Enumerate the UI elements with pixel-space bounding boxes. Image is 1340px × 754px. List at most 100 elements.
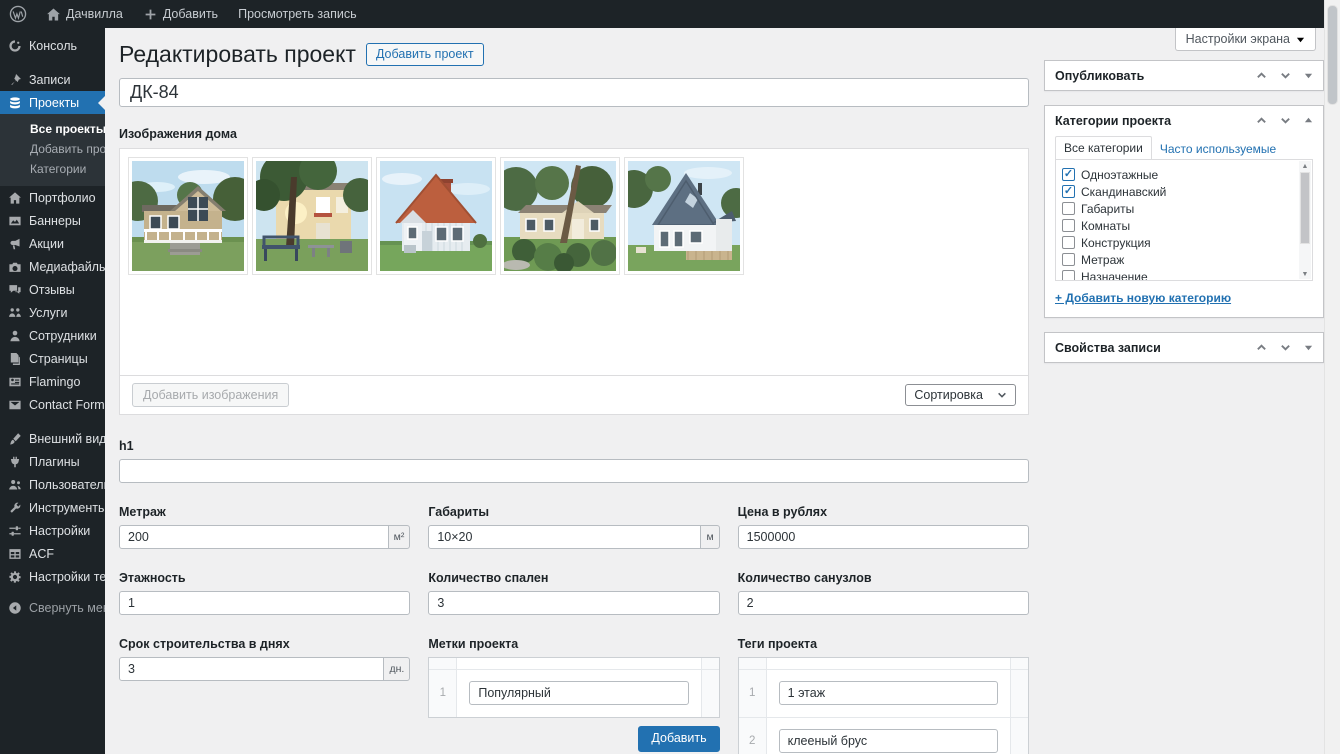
- area-input[interactable]: [119, 524, 389, 549]
- tag-input[interactable]: [778, 681, 998, 706]
- categories-scrollbar[interactable]: ▲ ▼: [1299, 161, 1311, 279]
- toggle-panel-icon[interactable]: [1304, 113, 1313, 128]
- mark-input[interactable]: [469, 681, 689, 706]
- post-attributes-panel-header[interactable]: Свойства записи: [1045, 333, 1323, 362]
- h1-input[interactable]: [119, 458, 1029, 483]
- sidebar-item-theme-settings[interactable]: Настройки темы: [0, 565, 105, 588]
- sidebar-item-posts[interactable]: Записи: [0, 68, 105, 91]
- house-photo-1[interactable]: [128, 156, 248, 275]
- sidebar-item-plugins[interactable]: Плагины: [0, 450, 105, 473]
- add-images-button[interactable]: Добавить изображения: [132, 382, 290, 407]
- sidebar-item-pages[interactable]: Страницы: [0, 347, 105, 370]
- screen-options-button[interactable]: Настройки экрана: [1174, 28, 1316, 51]
- row-action-cell[interactable]: [700, 669, 719, 717]
- house-photo-5[interactable]: [624, 156, 744, 275]
- sidebar-item-projects[interactable]: Проекты: [0, 91, 105, 114]
- checkbox[interactable]: [1062, 219, 1075, 232]
- sidebar-item-tools[interactable]: Инструменты: [0, 496, 105, 519]
- submenu-categories[interactable]: Категории: [0, 159, 105, 179]
- sidebar-item-staff[interactable]: Сотрудники: [0, 324, 105, 347]
- add-project-button[interactable]: Добавить проект: [365, 42, 484, 67]
- bedrooms-input[interactable]: [428, 590, 720, 615]
- submenu-all-projects[interactable]: Все проекты: [0, 119, 105, 139]
- checkbox[interactable]: [1062, 202, 1075, 215]
- move-up-icon[interactable]: [1256, 342, 1267, 353]
- sidebar-item-flamingo[interactable]: Flamingo: [0, 370, 105, 393]
- sidebar-item-contact-form-7[interactable]: Contact Form 7: [0, 393, 105, 416]
- publish-panel-header[interactable]: Опубликовать: [1045, 61, 1323, 90]
- categories-panel-header[interactable]: Категории проекта: [1045, 106, 1323, 135]
- move-up-icon[interactable]: [1256, 115, 1267, 126]
- h1-field-label: h1: [119, 438, 134, 453]
- sidebar-item-portfolio[interactable]: Портфолио: [0, 186, 105, 209]
- row-number[interactable]: 1: [738, 669, 767, 717]
- dimensions-input[interactable]: [428, 524, 702, 549]
- add-row-button[interactable]: Добавить: [638, 725, 720, 752]
- sidebar-item-services[interactable]: Услуги: [0, 301, 105, 324]
- sidebar-item-promotions[interactable]: Акции: [0, 232, 105, 255]
- sidebar-item-appearance[interactable]: Внешний вид: [0, 427, 105, 450]
- sidebar-item-dashboard[interactable]: Консоль: [0, 34, 105, 57]
- admin-bar-new-button[interactable]: Добавить: [133, 0, 228, 28]
- checkbox[interactable]: [1062, 270, 1075, 280]
- floors-input[interactable]: [119, 590, 411, 615]
- pushpin-icon: [8, 73, 22, 87]
- checkbox[interactable]: [1062, 168, 1075, 181]
- category-option[interactable]: Комнаты: [1062, 217, 1294, 234]
- row-action-cell[interactable]: [1010, 717, 1028, 754]
- build-days-input[interactable]: [119, 656, 385, 681]
- move-down-icon[interactable]: [1280, 70, 1291, 81]
- category-label: Скандинавский: [1081, 184, 1167, 199]
- bathrooms-input[interactable]: [737, 590, 1029, 615]
- add-category-link[interactable]: + Добавить новую категорию: [1055, 291, 1231, 305]
- dimensions-suffix: м: [700, 524, 720, 549]
- scroll-up-arrow[interactable]: ▲: [1299, 161, 1311, 171]
- checkbox[interactable]: [1062, 185, 1075, 198]
- checkbox[interactable]: [1062, 236, 1075, 249]
- row-number[interactable]: 1: [429, 669, 458, 717]
- admin-bar-site-name[interactable]: Дачвилла: [36, 0, 133, 28]
- category-option[interactable]: Конструкция: [1062, 234, 1294, 251]
- sidebar-item-banners[interactable]: Баннеры: [0, 209, 105, 232]
- toggle-panel-icon[interactable]: [1304, 340, 1313, 355]
- price-input[interactable]: [737, 524, 1029, 549]
- category-label: Комнаты: [1081, 218, 1131, 233]
- house-photo-4[interactable]: [500, 156, 620, 275]
- tag-input[interactable]: [778, 729, 998, 754]
- page-scrollbar[interactable]: [1324, 0, 1340, 754]
- sidebar-item-users[interactable]: Пользователи: [0, 473, 105, 496]
- sort-select[interactable]: Сортировка: [905, 383, 1016, 406]
- house-icon: [8, 191, 22, 205]
- move-down-icon[interactable]: [1280, 342, 1291, 353]
- category-option[interactable]: Скандинавский: [1062, 183, 1294, 200]
- sidebar-item-settings[interactable]: Настройки: [0, 519, 105, 542]
- sidebar-item-acf[interactable]: ACF: [0, 542, 105, 565]
- move-up-icon[interactable]: [1256, 70, 1267, 81]
- tab-all-categories[interactable]: Все категории: [1055, 136, 1152, 160]
- scroll-down-arrow[interactable]: ▼: [1299, 269, 1311, 279]
- sidebar-item-reviews[interactable]: Отзывы: [0, 278, 105, 301]
- move-down-icon[interactable]: [1280, 115, 1291, 126]
- toggle-panel-icon[interactable]: [1304, 68, 1313, 83]
- sidebar-item-media[interactable]: Медиафайлы: [0, 255, 105, 278]
- house-photo-3[interactable]: [376, 156, 496, 275]
- field-bedrooms: Количество спален: [428, 571, 720, 615]
- admin-bar-view-post[interactable]: Просмотреть запись: [228, 0, 367, 28]
- wordpress-logo-icon[interactable]: [0, 0, 36, 28]
- row-action-cell[interactable]: [1010, 669, 1028, 717]
- checkbox[interactable]: [1062, 253, 1075, 266]
- brush-icon: [8, 432, 22, 446]
- category-option[interactable]: Габариты: [1062, 200, 1294, 217]
- sidebar-collapse-menu[interactable]: Свернуть меню: [0, 596, 105, 619]
- submenu-add-project[interactable]: Добавить проект: [0, 139, 105, 159]
- house-photo-2[interactable]: [252, 156, 372, 275]
- tab-most-used[interactable]: Часто используемые: [1152, 138, 1284, 160]
- category-option[interactable]: Метраж: [1062, 251, 1294, 268]
- row-number[interactable]: 2: [738, 717, 767, 754]
- project-title-input[interactable]: [119, 77, 1029, 107]
- scrollbar-thumb[interactable]: [1300, 172, 1310, 244]
- view-post-label: Просмотреть запись: [238, 7, 357, 21]
- category-option[interactable]: Назначение: [1062, 268, 1294, 280]
- category-option[interactable]: Одноэтажные: [1062, 166, 1294, 183]
- scrollbar-thumb[interactable]: [1327, 5, 1338, 105]
